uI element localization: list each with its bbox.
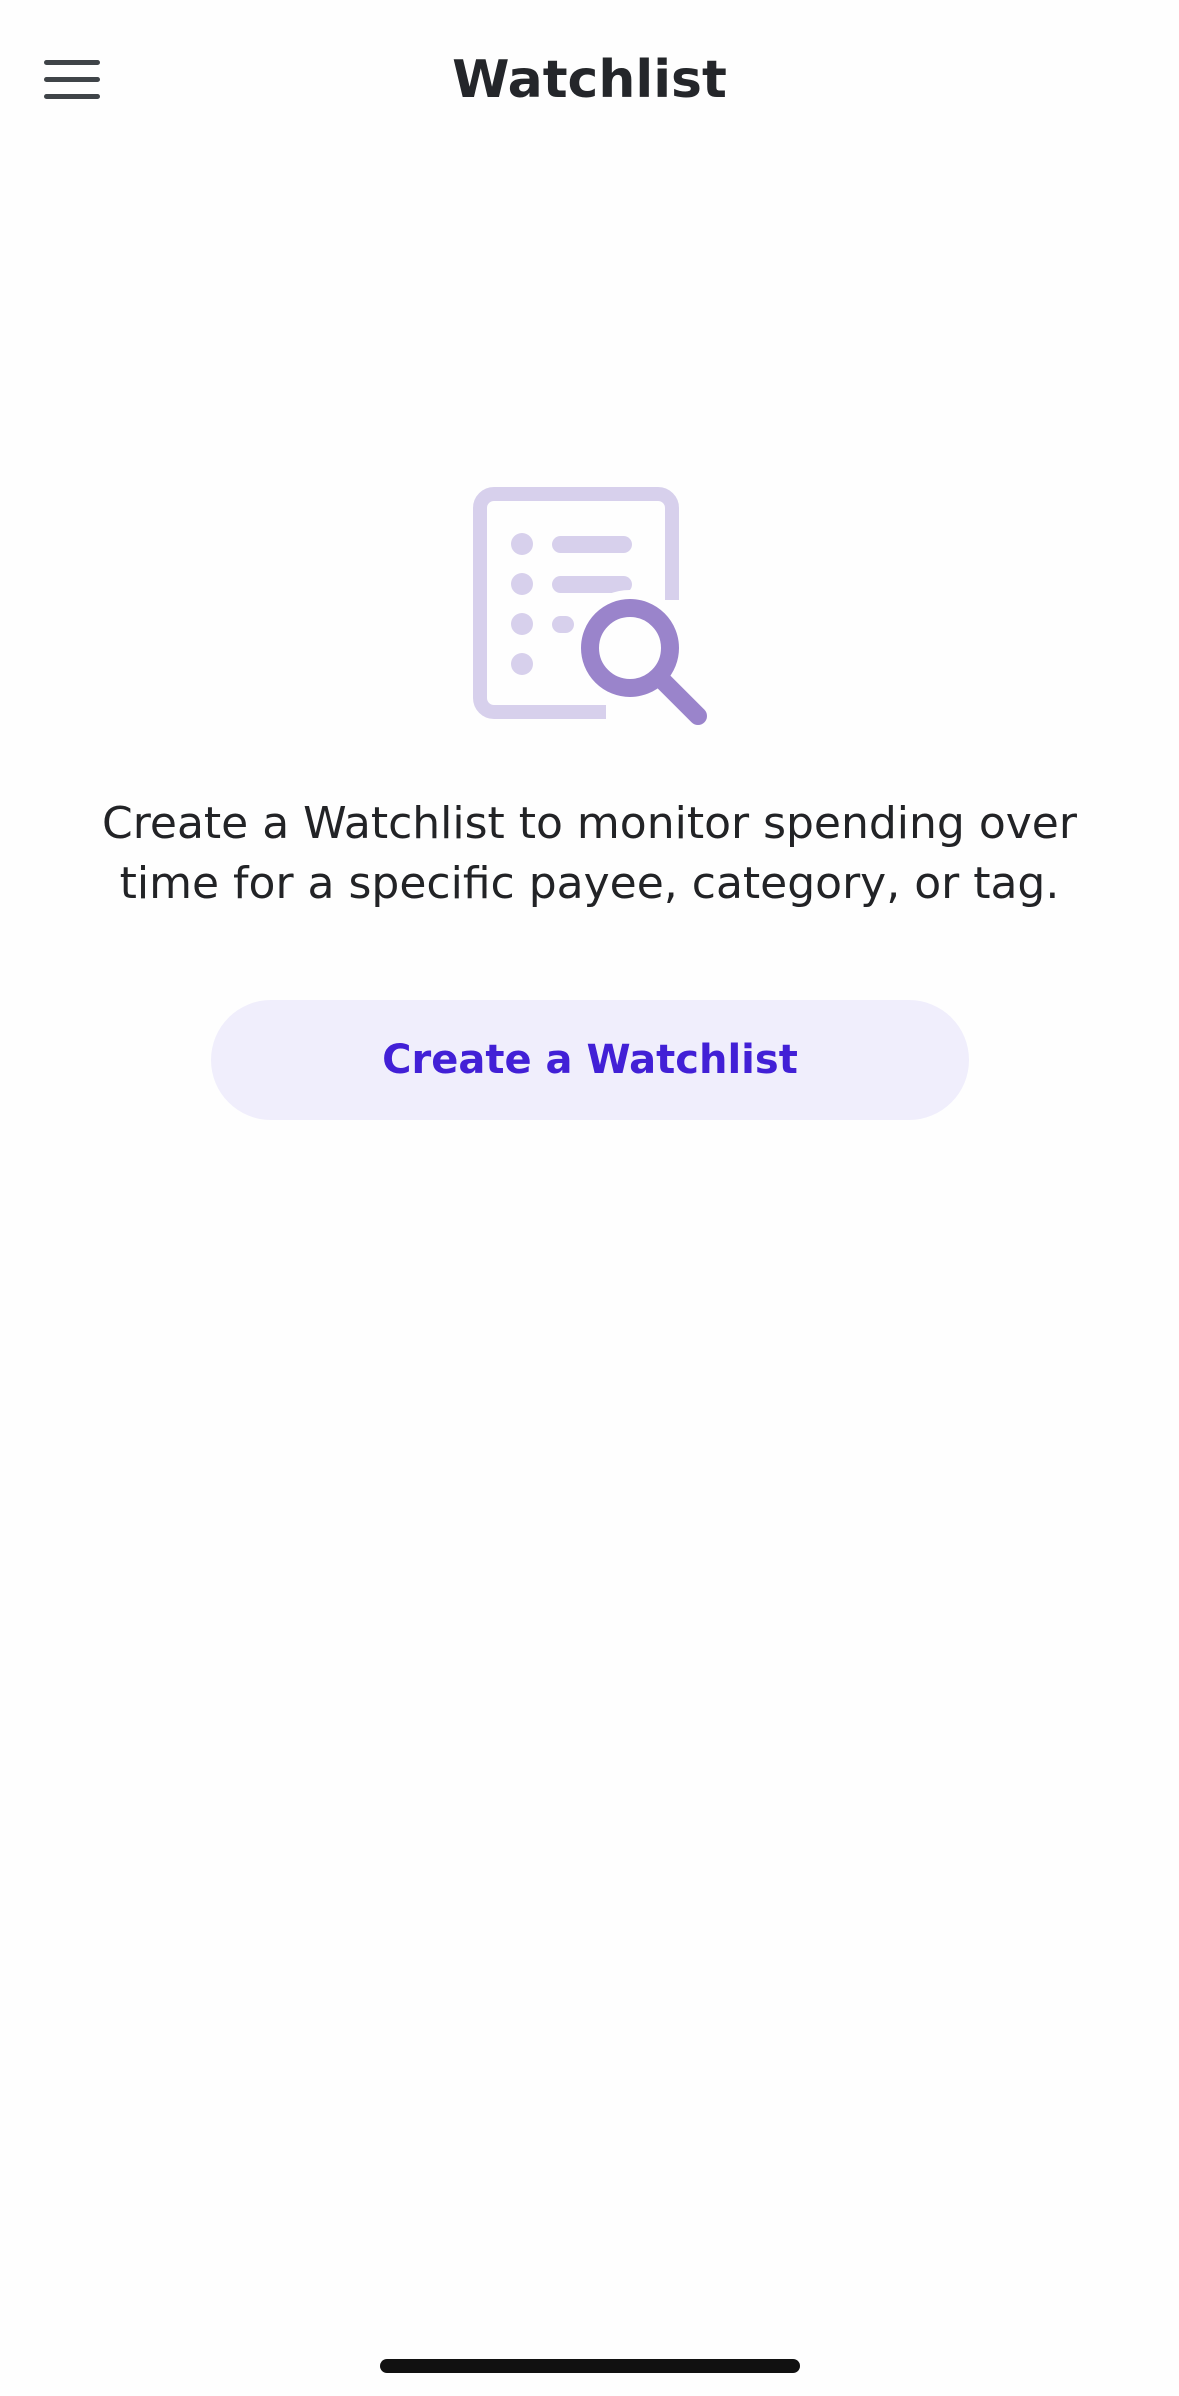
page-title: Watchlist bbox=[452, 50, 727, 110]
home-indicator[interactable] bbox=[380, 2359, 800, 2373]
list-search-icon bbox=[473, 487, 707, 725]
empty-state-description: Create a Watchlist to monitor spending o… bbox=[102, 798, 1077, 909]
empty-state-illustration bbox=[466, 480, 716, 740]
top-bar: Watchlist bbox=[0, 0, 1179, 160]
create-watchlist-button[interactable]: Create a Watchlist bbox=[211, 1000, 969, 1120]
